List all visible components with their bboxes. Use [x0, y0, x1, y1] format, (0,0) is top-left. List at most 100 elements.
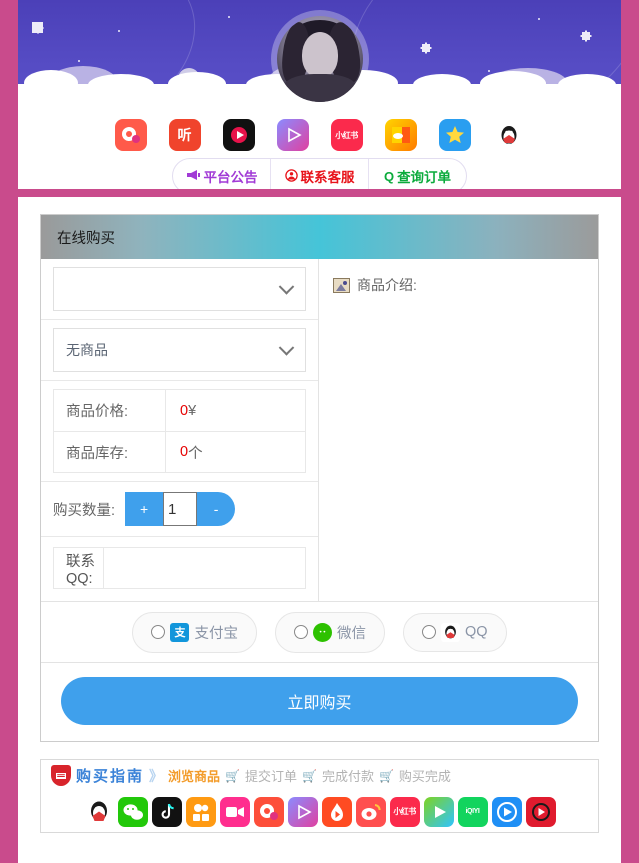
avatar-image [276, 16, 363, 102]
stock-number: 0 [180, 444, 189, 460]
buy-button-row: 立即购买 [41, 663, 598, 741]
star-icon [582, 32, 590, 40]
quantity-plus-button[interactable]: + [125, 492, 164, 526]
star-dot-icon [78, 60, 80, 62]
qq-icon[interactable] [492, 119, 525, 151]
alipay-icon: 支 [170, 622, 190, 642]
buy-now-button[interactable]: 立即购买 [61, 677, 578, 725]
chevron-down-icon [278, 340, 295, 356]
purchase-form-column: 无商品 商品价格: 0 ¥ 商品库存: 0 个 购买数量: + 1 - 联系QQ… [41, 259, 319, 601]
header-sky-banner [18, 0, 621, 110]
xiaohongshu-icon[interactable]: 小红书 [389, 796, 420, 827]
wechat-icon [312, 622, 332, 642]
header-card: 听 小红书 平台公告 联系客服 Q 查询订单 [18, 0, 621, 189]
payment-options: 支 支付宝 微信 QQ [41, 601, 598, 663]
bilibili-icon[interactable] [287, 796, 318, 827]
tiktok-icon[interactable] [151, 796, 182, 827]
product-select[interactable]: 无商品 [53, 328, 306, 372]
nav-query-order[interactable]: Q 查询订单 [368, 159, 466, 189]
payment-alipay-label: 支付宝 [194, 625, 238, 642]
kugou-icon[interactable] [253, 796, 284, 827]
xiaohongshu-icon[interactable]: 小红书 [330, 119, 363, 151]
stock-label: 商品库存: [54, 432, 166, 472]
payment-alipay-radio[interactable] [151, 625, 166, 639]
huoshan-icon[interactable] [321, 796, 352, 827]
stock-row: 商品库存: 0个 [53, 431, 306, 473]
chevron-down-icon [278, 279, 295, 295]
guide-step-browse[interactable]: 浏览商品 [168, 766, 220, 785]
stock-value: 0个 [166, 432, 305, 472]
nav-query-order-label: 查询订单 [397, 170, 452, 185]
quantity-input[interactable] [163, 492, 198, 526]
header-nav-pills: 平台公告 联系客服 Q 查询订单 [172, 158, 467, 189]
purchase-card: 在线购买 无商品 商品价格: 0 ¥ 商品库存: 0 个 购买数量: + 1 -… [40, 214, 599, 742]
youku-red-icon[interactable] [525, 796, 556, 827]
douyin-icon[interactable] [222, 119, 255, 151]
price-number: 0 [180, 402, 189, 419]
guide-step-done[interactable]: 购买完成 [399, 766, 451, 785]
quantity-minus-button[interactable]: - [197, 492, 236, 526]
kuaishou-icon[interactable] [185, 796, 216, 827]
category-select[interactable] [53, 267, 306, 311]
payment-qq-radio[interactable] [421, 625, 436, 639]
star-icon [422, 44, 430, 52]
card-title: 在线购买 [41, 215, 598, 259]
sohu-icon[interactable] [491, 796, 522, 827]
meipai-icon[interactable] [219, 796, 250, 827]
guide-arrows: 》 [149, 767, 164, 784]
nav-announcement-label: 平台公告 [203, 170, 258, 185]
payment-qq[interactable]: QQ [402, 612, 507, 652]
star-icon [32, 22, 43, 33]
payment-alipay[interactable]: 支 支付宝 [132, 611, 257, 653]
contact-qq-row: 联系QQ: [41, 537, 318, 601]
purchase-guide-bar: 购买指南 》 浏览商品 🛒 提交订单 🛒 完成付款 🛒 购买完成 [40, 759, 599, 791]
avatar[interactable] [270, 10, 369, 108]
payment-wechat[interactable]: 微信 [274, 611, 385, 653]
product-select-value: 无商品 [66, 342, 108, 358]
nav-announcement[interactable]: 平台公告 [173, 159, 270, 189]
quantity-label: 购买数量: [53, 502, 116, 519]
weibo-icon[interactable] [355, 796, 386, 827]
kuaishou-icon[interactable] [384, 119, 417, 151]
nav-customer-service[interactable]: 联系客服 [270, 159, 368, 189]
category-select-row [41, 259, 318, 320]
qq-icon[interactable] [83, 796, 114, 827]
wechat-icon[interactable] [117, 796, 148, 827]
star-dot-icon [118, 30, 120, 32]
contact-qq-label: 联系QQ: [54, 548, 104, 588]
product-select-row: 无商品 [41, 320, 318, 381]
qq-icon [440, 622, 460, 642]
search-icon: Q [383, 168, 395, 184]
nav-customer-service-label: 联系客服 [300, 170, 355, 185]
stock-unit: 个 [188, 445, 203, 462]
guide-step-submit[interactable]: 提交订单 [245, 766, 297, 785]
payment-wechat-radio[interactable] [293, 625, 308, 639]
headset-user-icon [284, 168, 298, 184]
ximalaya-icon[interactable]: 听 [168, 119, 201, 151]
quantity-row: 购买数量: + - [41, 482, 318, 537]
cart-badge-icon [51, 765, 71, 786]
youku-icon[interactable] [423, 796, 454, 827]
guide-step-pay[interactable]: 完成付款 [322, 766, 374, 785]
cart-separator-icon: 🛒 [225, 768, 240, 783]
product-intro-header: 商品介绍: [333, 275, 598, 295]
star-dot-icon [228, 16, 230, 18]
iqiyi-icon[interactable]: iQIYI [457, 796, 488, 827]
product-intro-column: 商品介绍: [319, 259, 598, 601]
qqmusic-star-icon[interactable] [438, 119, 471, 151]
payment-wechat-label: 微信 [336, 625, 366, 642]
kugou-icon[interactable] [114, 119, 147, 151]
price-value: 0 ¥ [166, 390, 305, 431]
page-root: 听 小红书 平台公告 联系客服 Q 查询订单 在线购买 无商品 商品价格: 0 … [0, 0, 639, 863]
star-dot-icon [538, 18, 540, 20]
product-intro-label: 商品介绍: [357, 277, 417, 293]
bottom-app-icon-row: 小红书 iQIYI [40, 791, 599, 833]
payment-qq-label: QQ [464, 624, 488, 640]
price-label: 商品价格: [54, 390, 166, 431]
price-row: 商品价格: 0 ¥ [53, 389, 306, 431]
bilibili-icon[interactable] [276, 119, 309, 151]
card-body: 无商品 商品价格: 0 ¥ 商品库存: 0 个 购买数量: + 1 - 联系QQ… [41, 259, 598, 601]
contact-qq-input[interactable] [104, 548, 305, 588]
product-info-rows: 商品价格: 0 ¥ 商品库存: 0个 [41, 381, 318, 482]
star-dot-icon [488, 70, 490, 72]
